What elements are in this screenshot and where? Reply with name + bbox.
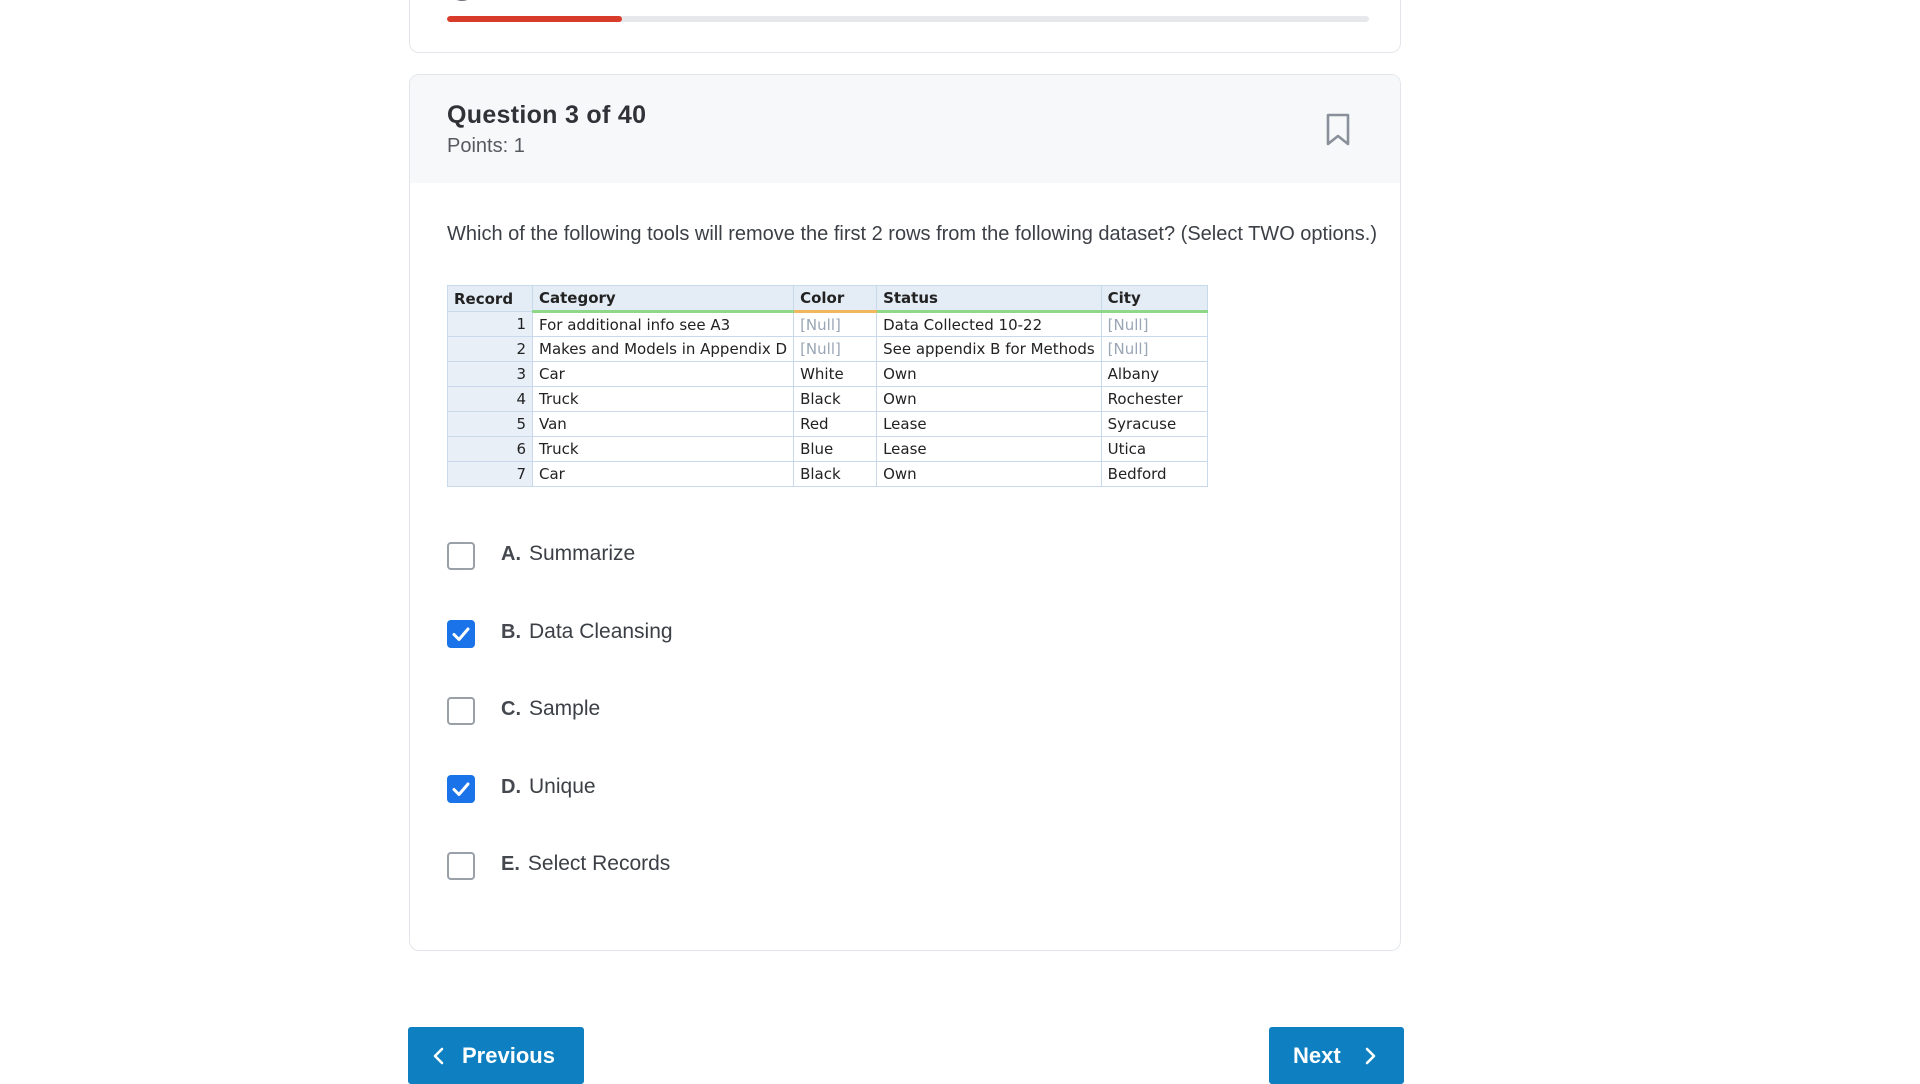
- table-row: 2 Makes and Models in Appendix D [Null] See…: [447, 336, 1208, 362]
- next-button-label: Next: [1293, 1042, 1341, 1068]
- table-cell: [Null]: [793, 311, 878, 337]
- table-cell: 6: [447, 436, 533, 462]
- option-label: Summarize: [529, 542, 636, 565]
- table-cell: Bedford: [1100, 461, 1208, 487]
- option-label: Select Records: [527, 852, 671, 875]
- table-cell: Car: [531, 461, 795, 487]
- progress-bar: [447, 16, 1369, 22]
- table-cell: White: [793, 361, 878, 387]
- option-letter: B.: [501, 620, 521, 643]
- table-cell: See appendix B for Methods: [876, 336, 1102, 362]
- table-cell: Makes and Models in Appendix D: [531, 336, 795, 362]
- progress-card: [409, 0, 1401, 53]
- table-cell: Truck: [531, 386, 795, 412]
- option-letter: E.: [501, 853, 520, 875]
- chevron-right-icon: [1365, 1047, 1375, 1064]
- table-header-cell: Status: [876, 285, 1102, 313]
- table-cell: Utica: [1100, 436, 1208, 462]
- table-row: 4 Truck Black Own Rochester: [447, 386, 1208, 412]
- checkmark-icon: [452, 627, 470, 641]
- table-header-cell: Color: [793, 285, 878, 313]
- table-row: 1 For additional info see A3 [Null] Data Co…: [447, 311, 1208, 337]
- checkbox-checked[interactable]: [447, 619, 475, 648]
- table-cell: Truck: [531, 436, 795, 462]
- table-cell: Van: [531, 411, 795, 437]
- table-cell: 7: [447, 461, 533, 487]
- progress-bar-fill: [447, 16, 623, 22]
- table-cell: Own: [876, 461, 1102, 487]
- previous-button[interactable]: Previous: [408, 1027, 584, 1084]
- question-points: Points: 1: [447, 135, 525, 157]
- option-label: Unique: [529, 774, 596, 798]
- table-body: 1 For additional info see A3 [Null] Data Co…: [447, 311, 1208, 487]
- option-label: Sample: [529, 697, 601, 720]
- answer-option[interactable]: A. Summarize: [447, 539, 673, 617]
- answer-option[interactable]: E. Select Records: [447, 849, 673, 927]
- table-cell: [Null]: [793, 336, 878, 362]
- answer-option[interactable]: C. Sample: [447, 694, 673, 772]
- table-cell: Blue: [793, 436, 878, 462]
- checkbox[interactable]: [447, 542, 475, 570]
- option-letter: D.: [501, 775, 521, 798]
- bookmark-icon[interactable]: [1324, 113, 1352, 147]
- table-header-cell: Category: [531, 285, 795, 313]
- table-row: 5 Van Red Lease Syracuse: [447, 411, 1208, 437]
- answer-option[interactable]: D. Unique: [447, 772, 673, 850]
- table-cell: 5: [447, 411, 533, 437]
- checkmark-icon: [452, 782, 470, 796]
- table-cell: For additional info see A3: [531, 311, 795, 337]
- checkbox[interactable]: [447, 852, 475, 880]
- progress-indicator-icon: [447, 0, 477, 1]
- table-cell: Data Collected 10-22: [876, 311, 1102, 337]
- table-header-row: Record Category Color Status City: [447, 285, 1208, 313]
- table-cell: Black: [793, 386, 878, 412]
- table-cell: [Null]: [1100, 311, 1208, 337]
- table-row: 3 Car White Own Albany: [447, 361, 1208, 387]
- checkbox-checked[interactable]: [447, 774, 475, 803]
- table-cell: Rochester: [1100, 386, 1208, 412]
- table-header-cell: Record: [447, 285, 533, 312]
- question-header: Question 3 of 40 Points: 1: [410, 75, 1400, 183]
- table-cell: Car: [531, 361, 795, 387]
- chevron-left-icon: [433, 1047, 444, 1064]
- table-cell: Red: [793, 411, 878, 437]
- previous-button-label: Previous: [462, 1042, 555, 1068]
- table-row: 7 Car Black Own Bedford: [447, 461, 1208, 487]
- table-row: 6 Truck Blue Lease Utica: [447, 436, 1208, 462]
- answer-options: A. Summarize B. Data Cleansing C. Sample D. Uni…: [447, 539, 673, 927]
- table-cell: Lease: [876, 411, 1102, 437]
- table-header-cell: City: [1100, 285, 1208, 313]
- table-cell: [Null]: [1100, 336, 1208, 362]
- table-cell: Syracuse: [1100, 411, 1208, 437]
- table-cell: Albany: [1100, 361, 1208, 387]
- question-text: Which of the following tools will remove…: [447, 223, 1378, 245]
- question-title: Question 3 of 40: [447, 101, 647, 129]
- next-button[interactable]: Next: [1269, 1027, 1404, 1084]
- question-card: Question 3 of 40 Points: 1 Which of the …: [409, 74, 1401, 951]
- option-letter: C.: [501, 698, 521, 720]
- checkbox[interactable]: [447, 697, 475, 725]
- table-cell: 3: [447, 361, 533, 387]
- table-cell: Lease: [876, 436, 1102, 462]
- table-cell: Own: [876, 386, 1102, 412]
- table-cell: 1: [447, 311, 533, 337]
- table-cell: 2: [447, 336, 533, 362]
- answer-option[interactable]: B. Data Cleansing: [447, 617, 673, 695]
- table-cell: 4: [447, 386, 533, 412]
- dataset-table: Record Category Color Status City 1 For a…: [447, 285, 1208, 487]
- table-cell: Own: [876, 361, 1102, 387]
- option-letter: A.: [501, 543, 521, 565]
- table-cell: Black: [793, 461, 878, 487]
- option-label: Data Cleansing: [529, 619, 673, 643]
